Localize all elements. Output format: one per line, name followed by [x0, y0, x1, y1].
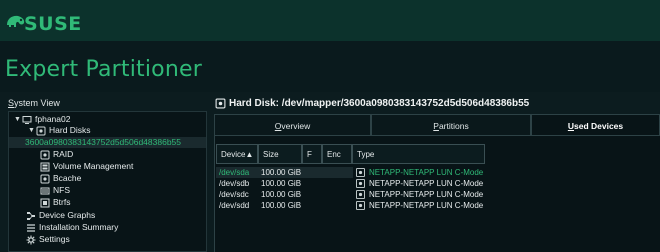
table-row-device[interactable]: /dev/sdb [219, 178, 249, 189]
btrfs-icon [40, 198, 50, 208]
tree-item-label: Installation Summary [39, 222, 119, 232]
tab-partitions[interactable]: Partitions [371, 114, 531, 136]
table-row-size[interactable]: 100.00 GiB [261, 200, 301, 211]
computer-icon [22, 115, 32, 125]
tree-item-hard-disks[interactable]: ▼ Hard Disks [27, 125, 91, 136]
page-title: Expert Partitioner [5, 57, 202, 82]
harddisk-icon [36, 126, 46, 136]
table-row-type[interactable]: NETAPP-NETAPP LUN C-Mode [369, 189, 483, 200]
harddisk-icon [356, 201, 365, 210]
tree-item-label: Hard Disks [49, 125, 91, 135]
tree-item-nfs[interactable]: NFS [40, 185, 70, 196]
detail-tabs: Overview Partitions Used Devices [214, 114, 660, 136]
harddisk-icon [356, 168, 365, 177]
graph-icon [26, 211, 36, 221]
tab-used-devices[interactable]: Used Devices [531, 114, 660, 136]
tab-overview[interactable]: Overview [214, 114, 371, 136]
system-view-tree[interactable]: ▼ fphana02 ▼ Hard Disks 3600a09803831437… [8, 111, 207, 252]
table-row-size[interactable]: 100.00 GiB [261, 178, 301, 189]
tree-item-label: 3600a0980383143752d5d506d48386b55 [25, 137, 182, 147]
tree-item-label: Bcache [53, 173, 82, 183]
table-row-type[interactable]: NETAPP-NETAPP LUN C-Mode [369, 167, 483, 178]
disk-heading-text: Hard Disk: /dev/mapper/3600a098038314375… [229, 97, 530, 109]
raid-icon [40, 150, 50, 160]
tree-item-label: Settings [39, 234, 70, 244]
table-row-device[interactable]: /dev/sdd [219, 200, 249, 211]
chameleon-icon [7, 15, 25, 27]
tree-item-raid[interactable]: RAID [40, 149, 73, 160]
tree-item-label: fphana02 [35, 114, 71, 124]
table-row-size[interactable]: 100.00 GiB [261, 167, 301, 178]
column-header-size[interactable]: Size [258, 144, 302, 164]
collapse-toggle-icon[interactable]: ▼ [13, 114, 22, 125]
tree-item-label: Volume Management [53, 161, 134, 171]
table-row-type[interactable]: NETAPP-NETAPP LUN C-Mode [369, 200, 483, 211]
column-header-enc[interactable]: Enc [322, 144, 352, 164]
nfs-icon [40, 186, 50, 196]
column-header-f[interactable]: F [302, 144, 322, 164]
tree-item-label: Btrfs [53, 197, 71, 207]
harddisk-icon [356, 179, 365, 188]
column-header-device[interactable]: Device▲ [216, 144, 258, 164]
column-header-type[interactable]: Type [352, 144, 485, 164]
tree-item-label: RAID [53, 149, 74, 159]
tree-item-selected-disk[interactable]: 3600a0980383143752d5d506d48386b55 [9, 137, 206, 148]
tree-item-settings[interactable]: Settings [26, 234, 70, 245]
table-row-type[interactable]: NETAPP-NETAPP LUN C-Mode [369, 178, 483, 189]
bcache-icon [40, 174, 50, 184]
tree-item-label: NFS [53, 185, 70, 195]
harddisk-icon [356, 190, 365, 199]
tree-item-btrfs[interactable]: Btrfs [40, 197, 70, 208]
tree-item-bcache[interactable]: Bcache [40, 173, 81, 184]
tree-item-volume-management[interactable]: Volume Management [40, 161, 133, 172]
tree-item-label: Device Graphs [39, 210, 96, 220]
volume-icon [40, 162, 50, 172]
summary-icon [26, 223, 36, 233]
gear-icon [26, 235, 36, 245]
suse-logo: SUSE [4, 5, 82, 37]
table-row-device[interactable]: /dev/sda [219, 167, 249, 178]
collapse-toggle-icon[interactable]: ▼ [27, 125, 36, 136]
table-row-size[interactable]: 100.00 GiB [261, 189, 301, 200]
tree-item-installation-summary[interactable]: Installation Summary [26, 222, 118, 233]
tree-item-device-graphs[interactable]: Device Graphs [26, 210, 95, 221]
table-row-device[interactable]: /dev/sdc [219, 189, 249, 200]
disk-heading: Hard Disk: /dev/mapper/3600a098038314375… [214, 97, 529, 109]
logo-text: SUSE [24, 13, 82, 35]
tree-item-fphana02[interactable]: ▼ fphana02 [13, 114, 70, 125]
harddisk-icon [214, 97, 226, 109]
suse-banner: SUSE [0, 0, 660, 41]
system-view-label: System View [8, 98, 60, 108]
